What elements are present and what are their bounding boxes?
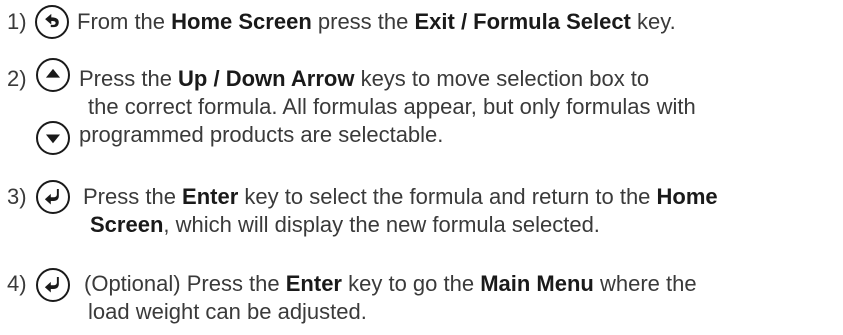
step-line: From the Home Screen press the Exit / Fo…	[77, 8, 676, 35]
step-line: (Optional) Press the Enter key to go the…	[84, 270, 697, 297]
down-arrow-icon	[36, 121, 70, 155]
step-line: programmed products are selectable.	[79, 121, 443, 148]
bold-term: Up / Down Arrow	[178, 66, 355, 91]
text-run: key.	[630, 9, 676, 34]
text-run: key to select the formula and return to …	[238, 184, 657, 209]
bold-term: Home	[656, 184, 718, 209]
back-arrow-icon	[35, 5, 69, 39]
text-run: load weight can be adjusted.	[88, 299, 367, 324]
text-run: Press the	[83, 184, 183, 209]
text-run: (Optional) Press the	[84, 271, 286, 296]
text-run: where the	[593, 271, 697, 296]
text-run: , which will display the new formula sel…	[163, 212, 600, 237]
step-line: the correct formula. All formulas appear…	[88, 93, 696, 120]
enter-key-icon	[36, 180, 70, 214]
text-run: From the	[77, 9, 172, 34]
step-number: 1)	[7, 9, 27, 34]
step-number: 3)	[7, 184, 27, 209]
text-run: Press the	[79, 66, 179, 91]
step-line: Screen, which will display the new formu…	[90, 211, 600, 238]
text-run: press the	[311, 9, 415, 34]
bold-term: Home Screen	[171, 9, 312, 34]
bold-term: Main Menu	[480, 271, 594, 296]
text-run: the correct formula. All formulas appear…	[88, 94, 696, 119]
step-line: Press the Enter key to select the formul…	[83, 183, 718, 210]
step-number: 2)	[7, 66, 27, 91]
step-line: Press the Up / Down Arrow keys to move s…	[79, 65, 649, 92]
text-run: keys to move selection box to	[354, 66, 650, 91]
bold-term: Enter	[182, 184, 239, 209]
bold-term: Screen	[90, 212, 164, 237]
step-number: 4)	[7, 271, 27, 296]
text-run: programmed products are selectable.	[79, 122, 444, 147]
bold-term: Exit / Formula Select	[414, 9, 631, 34]
bold-term: Enter	[285, 271, 342, 296]
step-line: load weight can be adjusted.	[88, 298, 367, 325]
up-arrow-icon	[36, 58, 70, 92]
enter-key-icon	[36, 268, 70, 302]
text-run: key to go the	[342, 271, 481, 296]
